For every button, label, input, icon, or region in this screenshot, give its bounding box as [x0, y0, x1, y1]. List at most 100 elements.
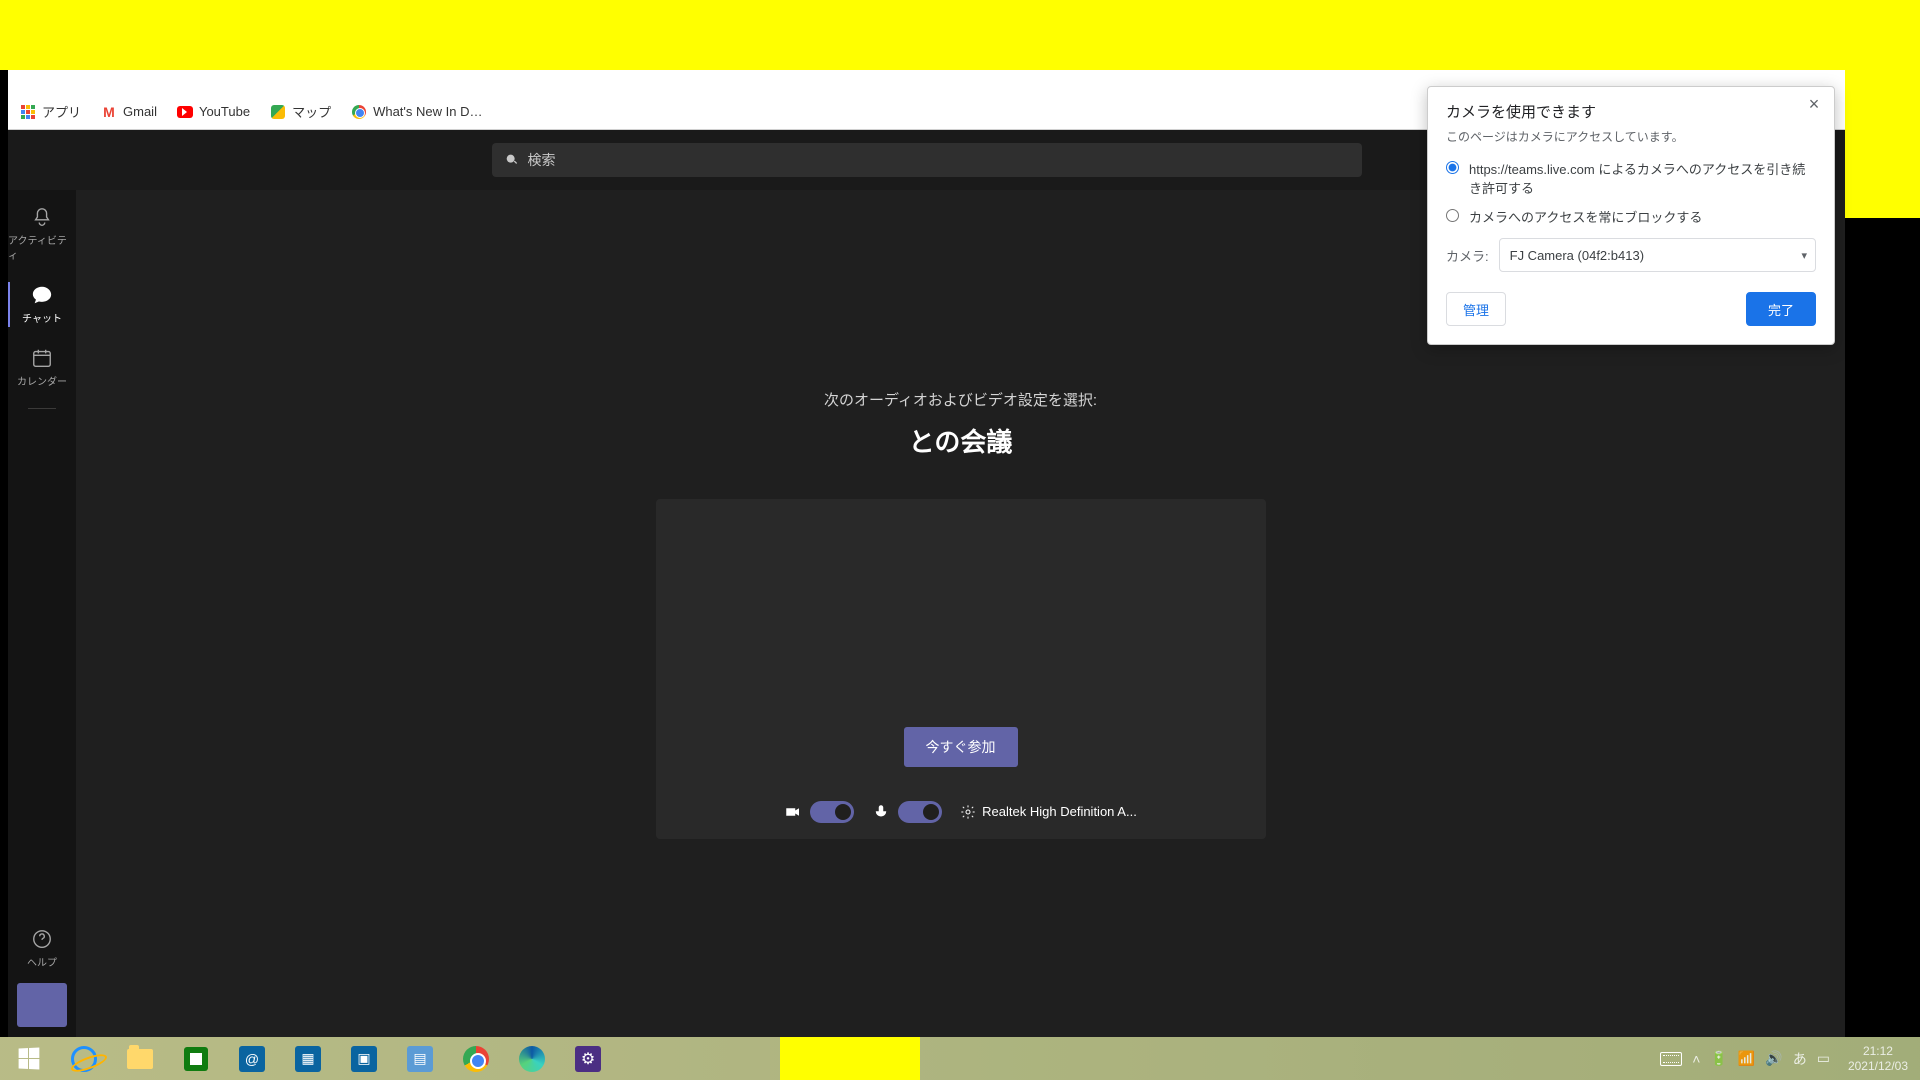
mic-toggle[interactable] [898, 801, 942, 823]
permission-subtitle: このページはカメラにアクセスしています。 [1446, 128, 1816, 145]
join-now-button[interactable]: 今すぐ参加 [904, 727, 1018, 767]
maps-icon [270, 104, 286, 120]
mic-icon [872, 803, 890, 821]
taskbar-settings[interactable]: ⚙ [560, 1037, 616, 1080]
audio-device-select[interactable]: Realtek High Definition A... [960, 804, 1137, 820]
download-icon [32, 995, 52, 1015]
bookmark-youtube-label: YouTube [199, 104, 250, 119]
edge-icon [519, 1046, 545, 1072]
youtube-icon [177, 104, 193, 120]
store-icon [184, 1047, 208, 1071]
taskbar-store[interactable] [168, 1037, 224, 1080]
camera-icon [784, 803, 802, 821]
meeting-pretext: 次のオーディオおよびビデオ設定を選択: [824, 389, 1097, 410]
rail-help-label: ヘルプ [27, 954, 57, 969]
manage-button[interactable]: 管理 [1446, 292, 1506, 326]
chevron-up-icon[interactable]: ˄ [1692, 1051, 1700, 1067]
apps-icon [20, 104, 36, 120]
done-button[interactable]: 完了 [1746, 292, 1816, 326]
search-input[interactable]: 検索 [492, 143, 1362, 177]
taskbar-app3[interactable]: ▣ [336, 1037, 392, 1080]
grid-icon: ▦ [295, 1046, 321, 1072]
clock-time: 21:12 [1848, 1044, 1908, 1058]
redaction-right [1845, 0, 1920, 218]
taskbar-app2[interactable]: ▦ [280, 1037, 336, 1080]
battery-icon[interactable]: 🔋 [1710, 1050, 1727, 1067]
tile-icon: ▣ [351, 1046, 377, 1072]
volume-icon[interactable]: 🔊 [1765, 1050, 1782, 1067]
bell-icon [31, 206, 53, 228]
camera-select[interactable]: FJ Camera (04f2:b413) [1499, 238, 1816, 272]
rail-chat[interactable]: チャット [8, 276, 76, 333]
mic-toggle-group [872, 801, 942, 823]
bookmark-maps-label: マップ [292, 102, 331, 121]
taskbar-app1[interactable]: @ [224, 1037, 280, 1080]
rail-separator [28, 408, 56, 409]
video-preview: 今すぐ参加 Realtek High Definition A... [656, 499, 1266, 839]
radio-block[interactable] [1446, 209, 1459, 222]
radio-allow[interactable] [1446, 161, 1459, 174]
bookmark-maps[interactable]: マップ [270, 102, 331, 121]
notification-icon[interactable]: ▭ [1817, 1050, 1830, 1067]
taskbar: @ ▦ ▣ ▤ ⚙ ˄ 🔋 📶 🔊 あ ▭ 21:12 2021/12/03 [0, 1037, 1920, 1080]
panel-icon: ▤ [407, 1046, 433, 1072]
permission-option-allow-label: https://teams.live.com によるカメラへのアクセスを引き続き… [1469, 159, 1816, 197]
search-icon [504, 152, 520, 168]
taskbar-ie[interactable] [56, 1037, 112, 1080]
left-rail: アクティビティ チャット カレンダー ヘルプ [8, 190, 76, 1037]
prejoin-controls: Realtek High Definition A... [656, 801, 1266, 823]
system-tray: ˄ 🔋 📶 🔊 あ ▭ 21:12 2021/12/03 [1650, 1037, 1920, 1080]
rail-chat-label: チャット [22, 310, 62, 325]
keyboard-icon[interactable] [1660, 1052, 1682, 1066]
camera-permission-popup: × カメラを使用できます このページはカメラにアクセスしています。 https:… [1427, 86, 1835, 345]
permission-option-block[interactable]: カメラへのアクセスを常にブロックする [1446, 207, 1816, 226]
windows-icon [18, 1047, 39, 1069]
chrome-icon [463, 1046, 489, 1072]
gear-icon [960, 804, 976, 820]
camera-toggle[interactable] [810, 801, 854, 823]
wifi-icon[interactable]: 📶 [1738, 1050, 1755, 1067]
folder-icon [127, 1049, 153, 1069]
download-button[interactable] [17, 983, 67, 1027]
taskbar-app4[interactable]: ▤ [392, 1037, 448, 1080]
gmail-icon: M [101, 104, 117, 120]
camera-select-value: FJ Camera (04f2:b413) [1510, 248, 1644, 263]
rail-calendar-label: カレンダー [17, 373, 67, 388]
audio-device-label: Realtek High Definition A... [982, 804, 1137, 819]
redaction-top [0, 0, 1920, 70]
permission-option-allow[interactable]: https://teams.live.com によるカメラへのアクセスを引き続き… [1446, 159, 1816, 197]
chrome-icon [351, 104, 367, 120]
ie-icon [71, 1046, 97, 1072]
taskbar-explorer[interactable] [112, 1037, 168, 1080]
camera-toggle-group [784, 801, 854, 823]
taskbar-chrome[interactable] [448, 1037, 504, 1080]
search-placeholder: 検索 [528, 150, 556, 170]
gear-icon: ⚙ [575, 1046, 601, 1072]
calendar-icon [31, 347, 53, 369]
clock[interactable]: 21:12 2021/12/03 [1840, 1044, 1916, 1073]
meeting-title: との会議 [909, 422, 1013, 459]
bookmark-apps[interactable]: アプリ [20, 102, 81, 121]
bookmark-youtube[interactable]: YouTube [177, 104, 250, 120]
help-icon [31, 928, 53, 950]
at-icon: @ [239, 1046, 265, 1072]
rail-calendar[interactable]: カレンダー [8, 339, 76, 396]
rail-help[interactable]: ヘルプ [8, 920, 76, 977]
permission-title: カメラを使用できます [1446, 101, 1816, 122]
bookmark-apps-label: アプリ [42, 102, 81, 121]
redaction-taskbar [780, 1037, 920, 1080]
camera-select-label: カメラ: [1446, 246, 1489, 265]
ime-indicator[interactable]: あ [1793, 1049, 1807, 1069]
bookmark-gmail[interactable]: M Gmail [101, 104, 157, 120]
rail-activity[interactable]: アクティビティ [8, 198, 76, 270]
taskbar-edge[interactable] [504, 1037, 560, 1080]
rail-activity-label: アクティビティ [8, 232, 76, 262]
bookmark-whatsnew-label: What's New In D… [373, 104, 482, 119]
bookmark-whatsnew[interactable]: What's New In D… [351, 104, 482, 120]
close-icon[interactable]: × [1804, 95, 1824, 115]
bookmark-gmail-label: Gmail [123, 104, 157, 119]
permission-option-block-label: カメラへのアクセスを常にブロックする [1469, 207, 1702, 226]
start-button[interactable] [0, 1037, 56, 1080]
clock-date: 2021/12/03 [1848, 1059, 1908, 1073]
chat-icon [31, 284, 53, 306]
